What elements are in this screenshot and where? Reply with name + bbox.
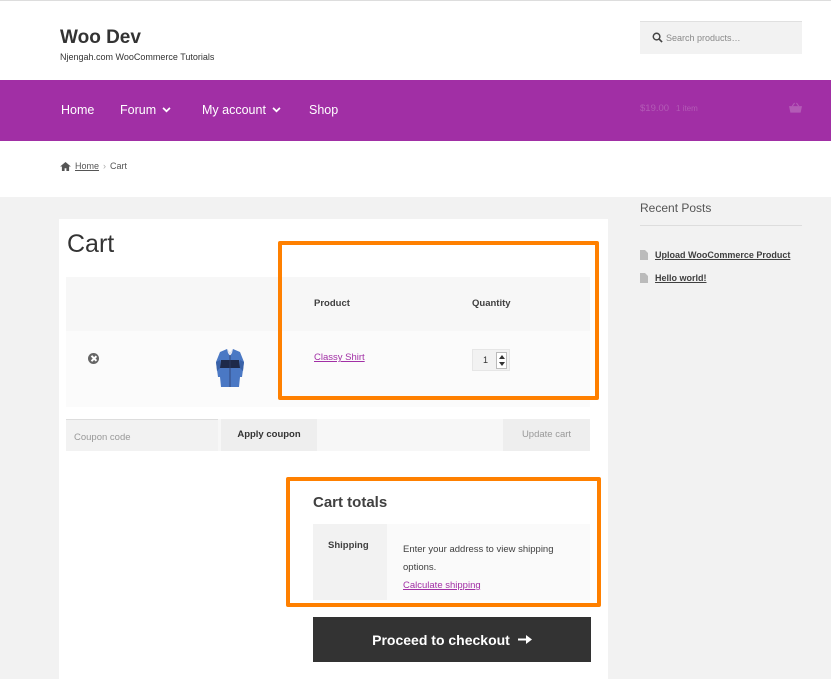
cart-totals-table: Shipping Enter your address to view ship… (313, 524, 590, 600)
shipping-text: Enter your address to view shipping opti… (403, 544, 554, 573)
breadcrumb-separator: › (103, 161, 107, 171)
arrow-down-icon[interactable] (499, 362, 505, 366)
column-header-product: Product (314, 298, 350, 309)
calculate-shipping-link[interactable]: Calculate shipping (403, 577, 588, 595)
nav-item-forum[interactable]: Forum (120, 103, 171, 117)
breadcrumb: Home › Cart (60, 161, 127, 171)
basket-icon (789, 102, 802, 113)
coupon-placeholder: Coupon code (74, 432, 131, 443)
cart-table-header: Product Quantity (66, 277, 590, 331)
cart-content: Cart Product Quantity Classy Shirt 1 Cou… (59, 219, 608, 679)
chevron-down-icon (162, 107, 171, 113)
shipping-label: Shipping (328, 540, 369, 551)
column-header-quantity: Quantity (472, 298, 511, 309)
cart-item-row: Classy Shirt 1 (66, 331, 590, 407)
breadcrumb-home-link[interactable]: Home (75, 161, 99, 171)
nav-item-label: Shop (309, 103, 339, 117)
site-header: Woo Dev Njengah.com WooCommerce Tutorial… (0, 1, 831, 80)
site-tagline: Njengah.com WooCommerce Tutorials (60, 52, 215, 62)
recent-posts-title: Recent Posts (640, 201, 802, 226)
sidebar: Recent Posts Upload WooCommerce Product … (640, 201, 802, 283)
checkout-label: Proceed to checkout (372, 631, 510, 648)
nav-item-label: Home (61, 103, 95, 117)
page-title: Cart (67, 230, 115, 258)
recent-post-item[interactable]: Upload WooCommerce Product (640, 250, 790, 260)
product-thumbnail[interactable] (214, 347, 246, 389)
update-cart-button[interactable]: Update cart (503, 419, 590, 451)
breadcrumb-bar: Home › Cart (0, 141, 831, 197)
document-icon (640, 250, 648, 260)
search-input[interactable]: Search products… (640, 21, 802, 54)
document-icon (640, 273, 648, 283)
cart-totals-title: Cart totals (313, 494, 388, 511)
quantity-stepper[interactable]: 1 (472, 349, 510, 371)
recent-post-link[interactable]: Upload WooCommerce Product (655, 250, 790, 260)
search-icon (652, 32, 663, 43)
chevron-down-icon (272, 107, 281, 113)
header-mini-cart[interactable]: $19.00 1 item (640, 102, 802, 118)
cart-actions: Coupon code Apply coupon Update cart (66, 419, 590, 451)
nav-item-label: Forum (120, 103, 157, 117)
search-placeholder: Search products… (666, 33, 741, 43)
cart-count: 1 item (676, 104, 698, 113)
primary-navigation: Home Forum My account Shop $19.00 1 item (0, 80, 831, 141)
arrow-up-icon[interactable] (499, 355, 505, 359)
recent-post-item[interactable]: Hello world! (640, 273, 707, 283)
quantity-value: 1 (483, 355, 489, 365)
nav-item-label: My account (202, 103, 266, 117)
site-title[interactable]: Woo Dev (60, 27, 141, 49)
remove-item-icon[interactable] (88, 353, 99, 364)
breadcrumb-current: Cart (110, 161, 128, 171)
proceed-to-checkout-button[interactable]: Proceed to checkout (313, 617, 591, 662)
home-icon (60, 161, 71, 171)
apply-coupon-button[interactable]: Apply coupon (221, 419, 317, 451)
product-name-link[interactable]: Classy Shirt (314, 352, 365, 363)
shipping-description: Enter your address to view shipping opti… (403, 541, 588, 595)
recent-post-link[interactable]: Hello world! (655, 273, 707, 283)
quantity-spinner[interactable] (496, 352, 507, 369)
arrow-right-icon (517, 635, 532, 644)
cart-amount: $19.00 (640, 103, 670, 114)
shipping-label-cell: Shipping (313, 524, 387, 600)
nav-item-my-account[interactable]: My account (202, 103, 281, 117)
nav-item-shop[interactable]: Shop (309, 103, 338, 117)
nav-item-home[interactable]: Home (61, 103, 94, 117)
coupon-code-input[interactable]: Coupon code (66, 419, 218, 451)
